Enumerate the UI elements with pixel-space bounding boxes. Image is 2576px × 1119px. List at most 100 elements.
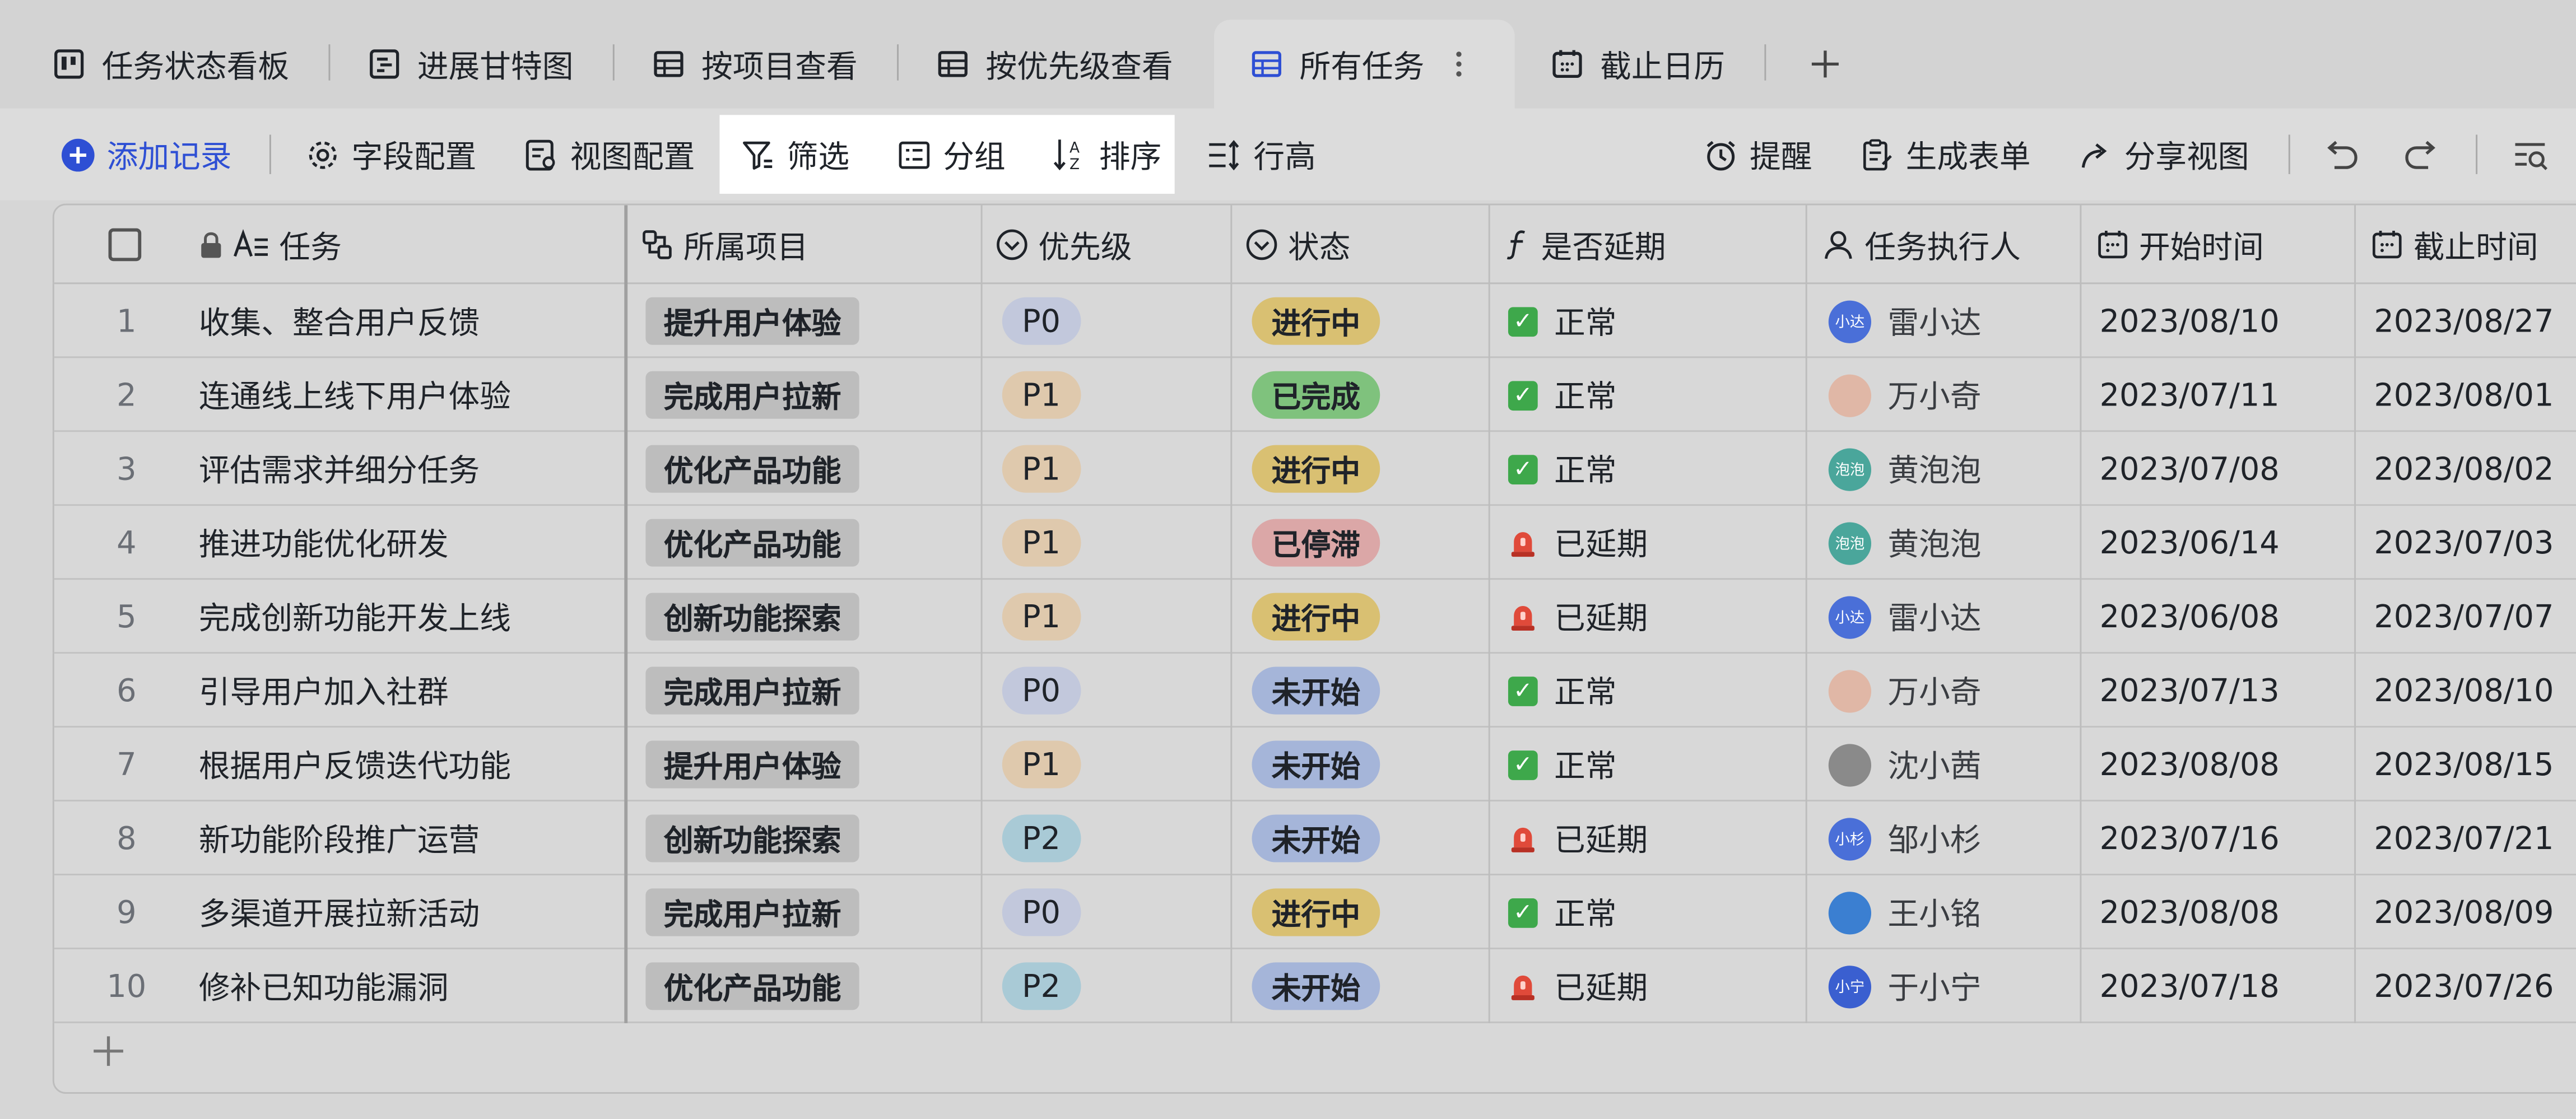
tab-status-board[interactable]: 任务状态看板 (53, 20, 289, 108)
task-cell[interactable]: 多渠道开展拉新活动 (199, 875, 480, 949)
task-cell[interactable]: 新功能阶段推广运营 (199, 801, 480, 875)
status-cell[interactable]: 进行中 (1252, 432, 1380, 506)
tab-by-priority[interactable]: 按优先级查看 (936, 20, 1173, 108)
status-cell[interactable]: 已停滞 (1252, 506, 1380, 580)
due-date-cell[interactable]: 2023/08/27 (2374, 284, 2554, 358)
task-cell[interactable]: 收集、整合用户反馈 (199, 284, 480, 358)
delay-cell[interactable]: ✓ 正常 (1508, 432, 1617, 506)
task-cell[interactable]: 连通线上线下用户体验 (199, 358, 511, 432)
assignee-cell[interactable]: 泡泡 黄泡泡 (1828, 432, 1982, 506)
project-cell[interactable]: 优化产品功能 (645, 949, 859, 1023)
table-row[interactable]: 1 收集、整合用户反馈 提升用户体验 P0 进行中 ✓ 正常 小达 雷小达 20… (54, 284, 2576, 358)
table-row[interactable]: 9 多渠道开展拉新活动 完成用户拉新 P0 进行中 ✓ 正常 王小铭 2023/… (54, 875, 2576, 949)
start-date-cell[interactable]: 2023/06/08 (2100, 580, 2280, 654)
due-date-cell[interactable]: 2023/08/01 (2374, 358, 2554, 432)
filter-button[interactable]: 筛选 (741, 109, 849, 201)
status-cell[interactable]: 进行中 (1252, 580, 1380, 654)
status-cell[interactable]: 未开始 (1252, 654, 1380, 728)
table-row[interactable]: 5 完成创新功能开发上线 创新功能探索 P1 进行中 已延期 小达 雷小达 20… (54, 580, 2576, 654)
table-row[interactable]: 8 新功能阶段推广运营 创新功能探索 P2 未开始 已延期 小杉 邹小杉 202… (54, 801, 2576, 875)
start-date-cell[interactable]: 2023/06/14 (2100, 506, 2280, 580)
search-list-button[interactable] (2512, 109, 2551, 201)
start-date-cell[interactable]: 2023/07/11 (2100, 358, 2280, 432)
column-header-status[interactable]: 状态 (1245, 206, 1350, 285)
tab-due-calendar[interactable]: 截止日历 (1551, 20, 1725, 108)
due-date-cell[interactable]: 2023/08/10 (2374, 654, 2554, 728)
sort-button[interactable]: AZ 排序 (1052, 109, 1161, 201)
tab-gantt[interactable]: 进展甘特图 (368, 20, 573, 108)
add-row-button[interactable] (90, 1033, 127, 1069)
priority-cell[interactable]: P2 (1002, 801, 1081, 875)
column-header-task[interactable]: 任务 (199, 206, 342, 285)
assignee-cell[interactable]: 小达 雷小达 (1828, 284, 1982, 358)
tab-by-project[interactable]: 按项目查看 (652, 20, 858, 108)
table-row[interactable]: 3 评估需求并细分任务 优化产品功能 P1 进行中 ✓ 正常 泡泡 黄泡泡 20… (54, 432, 2576, 506)
task-cell[interactable]: 推进功能优化研发 (199, 506, 449, 580)
project-cell[interactable]: 完成用户拉新 (645, 875, 859, 949)
status-cell[interactable]: 未开始 (1252, 949, 1380, 1023)
priority-cell[interactable]: P0 (1002, 654, 1081, 728)
due-date-cell[interactable]: 2023/08/09 (2374, 875, 2554, 949)
status-cell[interactable]: 未开始 (1252, 728, 1380, 801)
priority-cell[interactable]: P0 (1002, 284, 1081, 358)
column-header-due-date[interactable]: 截止时间 (2370, 206, 2538, 285)
priority-cell[interactable]: P0 (1002, 875, 1081, 949)
task-cell[interactable]: 根据用户反馈迭代功能 (199, 728, 511, 801)
table-row[interactable]: 6 引导用户加入社群 完成用户拉新 P0 未开始 ✓ 正常 万小奇 2023/0… (54, 654, 2576, 728)
due-date-cell[interactable]: 2023/07/26 (2374, 949, 2554, 1023)
project-cell[interactable]: 优化产品功能 (645, 432, 859, 506)
table-row[interactable]: 4 推进功能优化研发 优化产品功能 P1 已停滞 已延期 泡泡 黄泡泡 2023… (54, 506, 2576, 580)
due-date-cell[interactable]: 2023/07/03 (2374, 506, 2554, 580)
start-date-cell[interactable]: 2023/07/13 (2100, 654, 2280, 728)
delay-cell[interactable]: ✓ 正常 (1508, 654, 1617, 728)
table-row[interactable]: 7 根据用户反馈迭代功能 提升用户体验 P1 未开始 ✓ 正常 沈小茜 2023… (54, 728, 2576, 802)
row-height-button[interactable]: 行高 (1206, 109, 1316, 201)
assignee-cell[interactable]: 万小奇 (1828, 358, 1982, 432)
delay-cell[interactable]: ✓ 正常 (1508, 728, 1617, 801)
delay-cell[interactable]: 已延期 (1508, 949, 1648, 1023)
project-cell[interactable]: 提升用户体验 (645, 728, 859, 801)
redo-button[interactable] (2402, 109, 2441, 201)
column-header-priority[interactable]: 优先级 (996, 206, 1132, 285)
start-date-cell[interactable]: 2023/08/10 (2100, 284, 2280, 358)
assignee-cell[interactable]: 小杉 邹小杉 (1828, 801, 1982, 875)
assignee-cell[interactable]: 王小铭 (1828, 875, 1982, 949)
project-cell[interactable]: 优化产品功能 (645, 506, 859, 580)
due-date-cell[interactable]: 2023/07/21 (2374, 801, 2554, 875)
due-date-cell[interactable]: 2023/07/07 (2374, 580, 2554, 654)
select-all-checkbox[interactable] (108, 206, 142, 285)
tab-all-tasks[interactable]: 所有任务 (1214, 20, 1515, 109)
delay-cell[interactable]: ✓ 正常 (1508, 284, 1617, 358)
add-view-button[interactable] (1809, 20, 1842, 108)
delay-cell[interactable]: ✓ 正常 (1508, 358, 1617, 432)
more-options-icon[interactable] (1454, 49, 1464, 79)
group-button[interactable]: 分组 (897, 109, 1006, 201)
delay-cell[interactable]: 已延期 (1508, 506, 1648, 580)
status-cell[interactable]: 已完成 (1252, 358, 1380, 432)
assignee-cell[interactable]: 小宁 于小宁 (1828, 949, 1982, 1023)
priority-cell[interactable]: P1 (1002, 580, 1081, 654)
table-row[interactable]: 2 连通线上线下用户体验 完成用户拉新 P1 已完成 ✓ 正常 万小奇 2023… (54, 358, 2576, 432)
start-date-cell[interactable]: 2023/08/08 (2100, 875, 2280, 949)
project-cell[interactable]: 创新功能探索 (645, 801, 859, 875)
due-date-cell[interactable]: 2023/08/15 (2374, 728, 2554, 801)
column-header-start-date[interactable]: 开始时间 (2096, 206, 2264, 285)
assignee-cell[interactable]: 小达 雷小达 (1828, 580, 1982, 654)
table-row[interactable]: 10 修补已知功能漏洞 优化产品功能 P2 未开始 已延期 小宁 于小宁 202… (54, 949, 2576, 1023)
priority-cell[interactable]: P1 (1002, 728, 1081, 801)
status-cell[interactable]: 未开始 (1252, 801, 1380, 875)
assignee-cell[interactable]: 泡泡 黄泡泡 (1828, 506, 1982, 580)
start-date-cell[interactable]: 2023/07/16 (2100, 801, 2280, 875)
task-cell[interactable]: 评估需求并细分任务 (199, 432, 480, 506)
assignee-cell[interactable]: 万小奇 (1828, 654, 1982, 728)
column-header-assignee[interactable]: 任务执行人 (1822, 206, 2021, 285)
undo-button[interactable] (2321, 109, 2360, 201)
reminder-button[interactable]: 提醒 (1704, 109, 1812, 201)
start-date-cell[interactable]: 2023/07/08 (2100, 432, 2280, 506)
delay-cell[interactable]: 已延期 (1508, 580, 1648, 654)
status-cell[interactable]: 进行中 (1252, 875, 1380, 949)
task-cell[interactable]: 修补已知功能漏洞 (199, 949, 449, 1023)
start-date-cell[interactable]: 2023/08/08 (2100, 728, 2280, 801)
column-header-delayed[interactable]: 是否延期 (1505, 206, 1666, 285)
column-header-project[interactable]: 所属项目 (641, 206, 808, 285)
